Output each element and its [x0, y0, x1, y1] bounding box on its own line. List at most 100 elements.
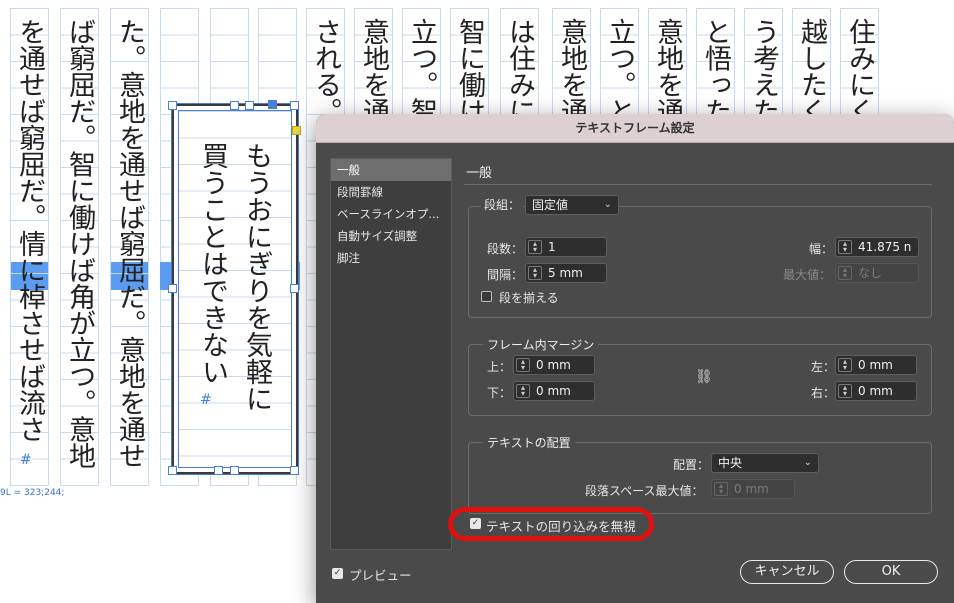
paragraph-spacing-limit-value: 0 mm [734, 482, 769, 496]
inset-bottom-value: 0 mm [536, 384, 571, 398]
inset-bottom-field[interactable]: ▴ ▾ 0 mm [513, 381, 595, 401]
stepper-icon[interactable]: ▴ ▾ [528, 240, 542, 254]
align-value: 中央 [718, 456, 743, 470]
column-text: 意地を通 [652, 18, 683, 124]
inset-left-value: 0 mm [858, 358, 893, 372]
resize-handle[interactable] [230, 101, 239, 110]
stepper-icon: ▴ ▾ [714, 482, 728, 496]
gutter-field[interactable]: ▴ ▾ 5 mm [525, 263, 607, 283]
sidebar-item-general[interactable]: 一般 [331, 159, 451, 181]
resize-handle[interactable] [290, 284, 299, 293]
balance-columns-checkbox[interactable] [481, 291, 492, 302]
cancel-button[interactable]: キャンセル [740, 560, 834, 584]
paragraph-end-mark: # [200, 392, 212, 408]
column-text: た。意地を通せば窮屈だ。意地を通せ [114, 18, 145, 469]
column-count-value: 1 [548, 240, 556, 254]
resize-handle[interactable] [290, 101, 299, 110]
stepper-icon: ▴ ▾ [838, 266, 852, 280]
inset-top-field[interactable]: ▴ ▾ 0 mm [513, 355, 595, 375]
column-text: 立つ。と [604, 18, 635, 124]
column-text: 智に働け [454, 18, 485, 124]
resize-handle[interactable] [168, 466, 177, 475]
columns-type-label: 段組： [481, 196, 524, 213]
resize-handle[interactable] [168, 284, 177, 293]
column-text: される。 [310, 18, 341, 124]
resize-handle[interactable] [214, 466, 223, 475]
inset-right-field[interactable]: ▴ ▾ 0 mm [835, 381, 917, 401]
stepper-icon[interactable]: ▴ ▾ [516, 384, 530, 398]
align-label: 配置： [673, 458, 710, 472]
inset-left-field[interactable]: ▴ ▾ 0 mm [835, 355, 917, 375]
inset-left-label: 左： [811, 360, 836, 374]
column-width-value: 41.875 n [858, 240, 912, 254]
resize-handle[interactable] [245, 101, 254, 110]
inset-spacing-group: フレーム内マージン 上： ▴ ▾ 0 mm 下： ▴ ▾ 0 mm ⛓ 左： ▴ ▾ … [468, 336, 932, 416]
column-text: ば窮屈だ。智に働けば角が立つ。意地 [64, 18, 95, 469]
dialog-titlebar[interactable]: テキストフレーム設定 [316, 114, 954, 143]
inset-spacing-title: フレーム内マージン [483, 336, 599, 353]
columns-group: 段組： 固定値 ⌄ 段数： ▴ ▾ 1 幅： ▴ ▾ 41.875 n 間隔： ▴ ▾… [468, 195, 932, 318]
frame-text-line: もうおにぎりを気軽に [241, 142, 272, 412]
red-highlight-annotation [448, 507, 654, 541]
column-text: 立つ。智 [406, 18, 437, 124]
sidebar-item-auto-size[interactable]: 自動サイズ調整 [331, 225, 451, 247]
section-divider [464, 184, 932, 185]
preview-checkbox[interactable]: ✓ [332, 568, 343, 579]
vertical-justification-title: テキストの配置 [483, 434, 575, 451]
preview-label[interactable]: プレビュー [349, 565, 412, 584]
column-text: 意地を通 [556, 18, 587, 124]
sidebar-item-footnotes[interactable]: 脚注 [331, 247, 451, 269]
inset-right-label: 右： [811, 386, 836, 400]
sidebar-item-baseline-options[interactable]: ベースラインオプ... [331, 203, 451, 225]
resize-handle[interactable] [290, 466, 299, 475]
text-column: た。意地を通せば窮屈だ。意地を通せ [110, 8, 149, 486]
column-count-field[interactable]: ▴ ▾ 1 [525, 237, 607, 257]
column-text: う考えた [748, 18, 779, 124]
max-width-value: なし [858, 266, 883, 280]
dialog-sidebar: 一般 段間罫線 ベースラインオプ... 自動サイズ調整 脚注 [330, 158, 452, 550]
selected-text-frame[interactable]: もうおにぎりを気軽に 買うことはできない # [171, 103, 299, 475]
section-title: 一般 [466, 166, 493, 181]
chain-link-icon[interactable]: ⛓ [695, 367, 713, 387]
inset-right-value: 0 mm [858, 384, 893, 398]
column-text: と悟った [700, 18, 731, 124]
column-text: 越したく [796, 18, 827, 124]
vertical-justification-group: テキストの配置 配置： 中央 ⌄ 段落スペース最大値： ▴ ▾ 0 mm [468, 434, 932, 514]
chevron-down-icon: ⌄ [603, 199, 612, 210]
stepper-icon[interactable]: ▴ ▾ [838, 358, 852, 372]
columns-type-select[interactable]: 固定値 ⌄ [525, 195, 619, 215]
text-column: を通せば窮屈だ。情に棹させば流さ [10, 8, 49, 486]
balance-columns-label: 段を揃える [499, 291, 559, 305]
inset-top-value: 0 mm [536, 358, 571, 372]
coordinate-readout: 9L = 323;244; [0, 488, 65, 498]
column-text: 意地を通 [358, 18, 389, 124]
sidebar-item-column-rules[interactable]: 段間罫線 [331, 181, 451, 203]
inset-top-label: 上： [487, 360, 512, 374]
align-select[interactable]: 中央 ⌄ [711, 453, 819, 473]
ok-button[interactable]: OK [844, 560, 938, 584]
resize-handle[interactable] [230, 466, 239, 475]
column-text: を通せば窮屈だ。情に棹させば流さ [14, 18, 45, 442]
stepper-icon[interactable]: ▴ ▾ [516, 358, 530, 372]
paragraph-spacing-limit-label: 段落スペース最大値： [585, 484, 704, 498]
column-text: 住みにく [844, 18, 875, 124]
columns-type-value: 固定値 [532, 198, 569, 212]
max-width-label: 最大値： [783, 268, 832, 282]
stepper-icon[interactable]: ▴ ▾ [528, 266, 542, 280]
text-column: ば窮屈だ。智に働けば角が立つ。意地 [60, 8, 99, 486]
stepper-icon[interactable]: ▴ ▾ [838, 384, 852, 398]
gutter-value: 5 mm [548, 266, 583, 280]
inset-bottom-label: 下： [487, 386, 512, 400]
resize-handle[interactable] [268, 100, 277, 109]
frame-text-line: 買うことはできない [197, 142, 228, 385]
column-text: は住みに [504, 18, 535, 124]
resize-handle[interactable] [168, 101, 177, 110]
stepper-icon[interactable]: ▴ ▾ [838, 240, 852, 254]
column-width-label: 幅： [809, 242, 834, 256]
gutter-label: 間隔： [487, 268, 524, 282]
paragraph-spacing-limit-field: ▴ ▾ 0 mm [711, 479, 795, 499]
frame-link-handle[interactable] [292, 126, 301, 135]
chevron-down-icon: ⌄ [803, 457, 812, 468]
text-frame-options-dialog: テキストフレーム設定 一般 段間罫線 ベースラインオプ... 自動サイズ調整 脚… [316, 114, 954, 603]
column-width-field[interactable]: ▴ ▾ 41.875 n [835, 237, 919, 257]
